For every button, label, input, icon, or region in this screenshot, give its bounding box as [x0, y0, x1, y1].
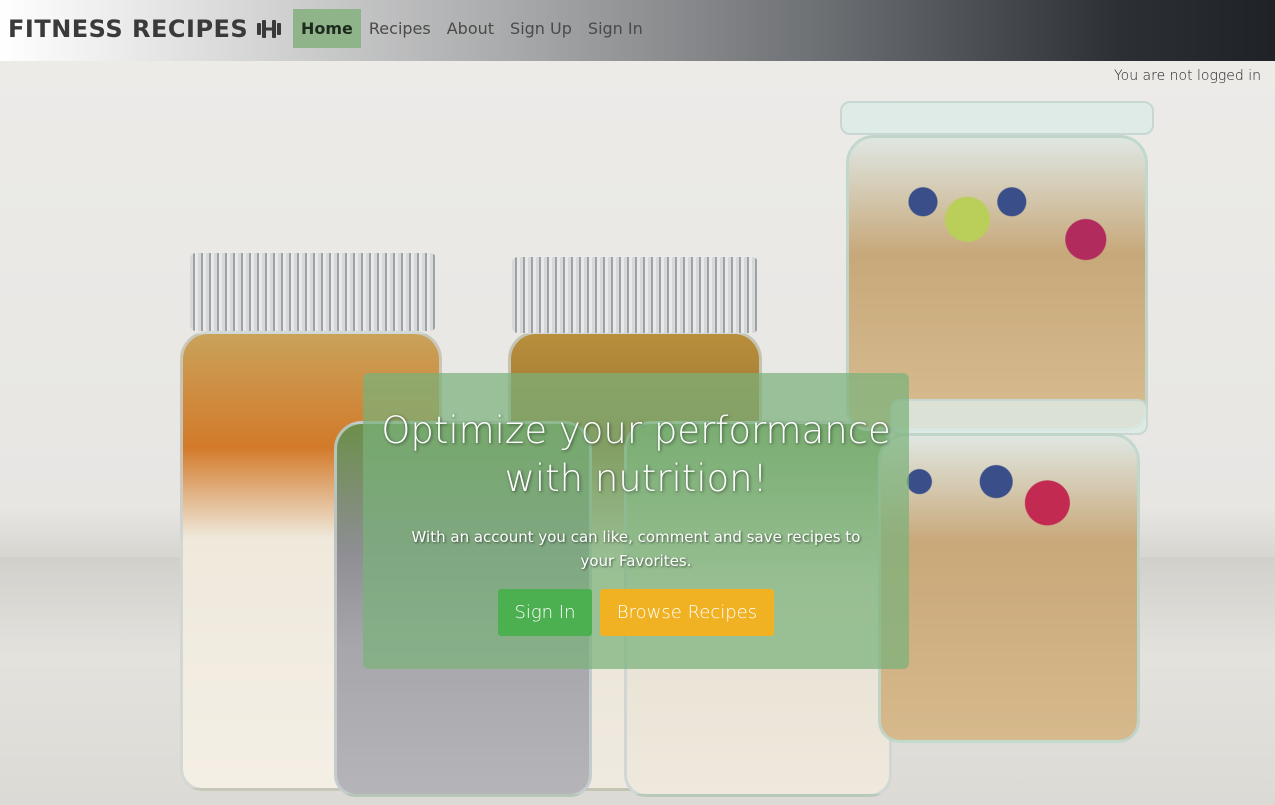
hero-title: Optimize your performance with nutrition…	[381, 409, 891, 500]
dumbbell-icon	[257, 20, 282, 38]
jar-lid	[190, 253, 436, 331]
nav-sign-in[interactable]: Sign In	[580, 9, 651, 48]
nav-home[interactable]: Home	[293, 9, 361, 48]
browse-recipes-button[interactable]: Browse Recipes	[600, 589, 774, 636]
nav-about[interactable]: About	[439, 9, 502, 48]
glass-lid-bottom	[890, 399, 1148, 435]
hero-section: You are not logged in Optimize your perf…	[0, 61, 1275, 805]
sign-in-button[interactable]: Sign In	[498, 589, 592, 636]
login-status: You are not logged in	[1113, 68, 1261, 84]
jar-granola-bottom	[878, 433, 1140, 743]
main-nav: Home Recipes About Sign Up Sign In	[293, 9, 651, 48]
brand-link[interactable]: FITNESS RECIPES	[8, 14, 282, 44]
nav-sign-up[interactable]: Sign Up	[502, 9, 580, 48]
glass-lid-top	[840, 101, 1154, 135]
brand-name: FITNESS RECIPES	[8, 15, 249, 43]
navbar: FITNESS RECIPES Home Recipes About Sign …	[0, 0, 1275, 61]
nav-recipes[interactable]: Recipes	[361, 9, 439, 48]
hero-description: With an account you can like, comment an…	[411, 528, 861, 570]
jar-lid	[512, 257, 758, 333]
hero-cta-panel: Optimize your performance with nutrition…	[363, 373, 909, 669]
